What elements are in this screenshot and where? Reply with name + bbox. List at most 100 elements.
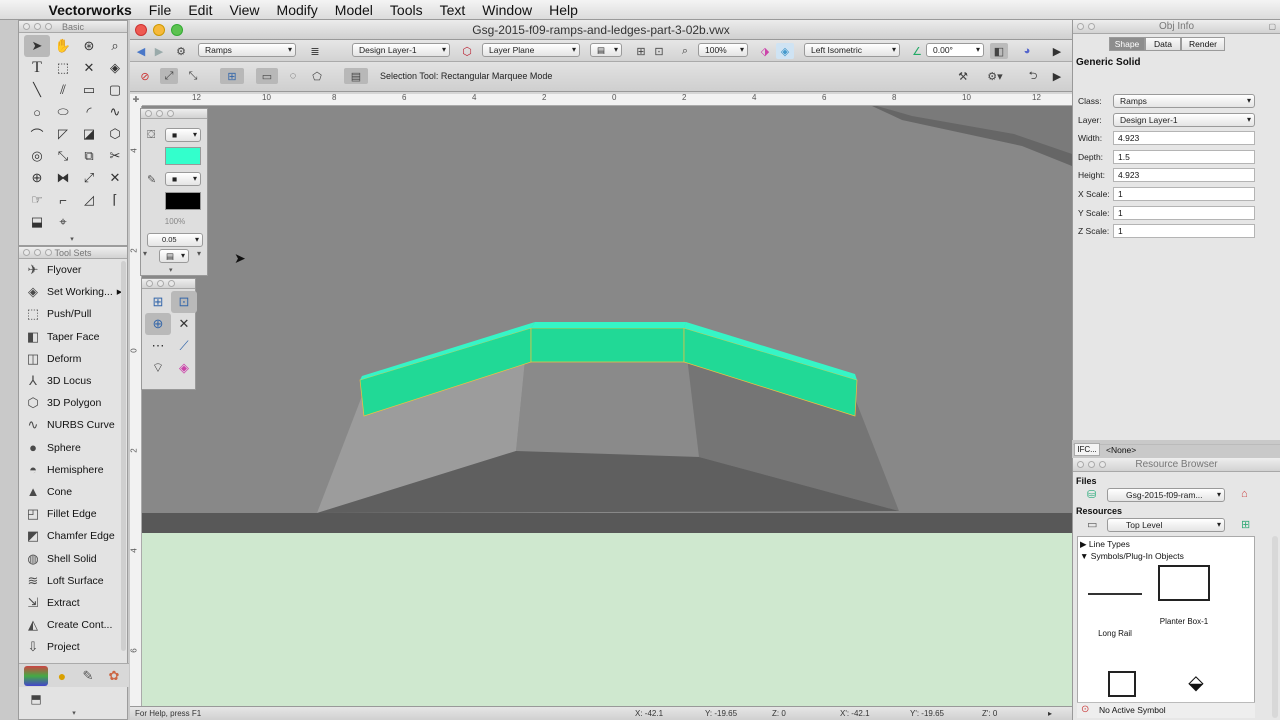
menu-model[interactable]: Model	[326, 0, 381, 20]
layer-options-icon[interactable]: ≣	[306, 43, 324, 59]
toolset-extra-icon[interactable]: ⬒	[25, 691, 47, 707]
mirror-tool-icon[interactable]: ⧓	[50, 167, 76, 189]
snap-point-icon[interactable]: ⌔	[145, 357, 171, 379]
double-polygon-tool-icon[interactable]: ◪	[76, 123, 102, 145]
resources-popup[interactable]: Top Level	[1107, 518, 1225, 532]
rotation-field[interactable]: 0.00°	[926, 43, 984, 57]
view-cube-icon[interactable]: ◈	[776, 43, 794, 59]
pen-color-swatch[interactable]	[165, 192, 201, 210]
view-popup[interactable]: Left Isometric	[804, 43, 900, 57]
home-icon[interactable]: ⌂	[1241, 488, 1248, 500]
snap-grid-icon[interactable]: ⊞	[145, 291, 171, 313]
close-icon[interactable]	[135, 24, 147, 36]
lasso-marquee-icon[interactable]: ◌	[284, 68, 302, 84]
toolsets-collapse-icon[interactable]: ▾	[67, 709, 81, 717]
rotation-angle-icon[interactable]: ∠	[908, 43, 926, 59]
zoom-icon[interactable]: ⌕	[676, 43, 694, 59]
zoom-window-icon[interactable]	[171, 24, 183, 36]
rounded-rect-tool-icon[interactable]: ▢	[102, 79, 128, 101]
tab-render[interactable]: Render	[1181, 37, 1225, 51]
menu-window[interactable]: Window	[474, 0, 541, 20]
polyline-tool-icon[interactable]: ⌒	[24, 123, 50, 145]
clip-tool-icon[interactable]: ⧉	[76, 145, 102, 167]
fill-style-popup[interactable]: ■	[165, 128, 201, 142]
file-popup[interactable]: Gsg-2015-f09-ram...	[1107, 488, 1225, 502]
line-weight-popup[interactable]: 0.05	[147, 233, 203, 247]
toolset-item[interactable]: ≋ Loft Surface	[19, 570, 123, 592]
pen-style-popup[interactable]: ■	[165, 172, 201, 186]
obj-info-field[interactable]: 1	[1113, 224, 1255, 239]
zoom-popup[interactable]: 100%	[698, 43, 748, 57]
toolset-item[interactable]: ◧ Taper Face	[19, 326, 123, 348]
arrowhead-start-icon[interactable]: ▾	[143, 249, 147, 258]
trim-tool-icon[interactable]: ✂	[102, 145, 128, 167]
tree-symbols[interactable]: ▼ Symbols/Plug-In Objects	[1080, 551, 1184, 561]
back-arrow-icon[interactable]: ◀	[132, 43, 150, 59]
menu-file[interactable]: File	[140, 0, 180, 20]
menu-app[interactable]: Vectorworks	[40, 0, 140, 20]
toolset-item[interactable]: ◈ Set Working... ▶	[19, 281, 123, 303]
toolset-item[interactable]: ∿ NURBS Curve	[19, 414, 123, 436]
tab-shape[interactable]: Shape	[1109, 37, 1145, 51]
line-marker-popup[interactable]: ▤	[159, 249, 189, 263]
class-popup[interactable]: Ramps	[198, 43, 296, 57]
toolset-item[interactable]: ◓ Hemisphere	[19, 459, 123, 481]
new-folder-icon[interactable]: ⊞	[1241, 518, 1250, 531]
obj-info-field[interactable]: 4.923	[1113, 168, 1255, 183]
tab-data[interactable]: Data	[1145, 37, 1181, 51]
connect-tool-icon[interactable]: ⌈	[102, 189, 128, 211]
menu-modify[interactable]: Modify	[268, 0, 326, 20]
ifc-button[interactable]: IFC...	[1074, 443, 1100, 456]
rectangular-marquee-icon[interactable]: ▭	[256, 68, 278, 84]
forward-arrow-icon[interactable]: ▶	[150, 43, 168, 59]
toolset-item[interactable]: ◩ Chamfer Edge	[19, 525, 123, 547]
obj-info-popup[interactable]: Design Layer-1	[1113, 112, 1255, 127]
toolset-item[interactable]: ● Sphere	[19, 437, 123, 459]
obj-info-field[interactable]: 1	[1113, 205, 1255, 220]
palette-collapse-icon[interactable]: ▾	[65, 235, 79, 243]
move-by-points-icon[interactable]: ⬓	[24, 211, 50, 233]
saved-views-popup[interactable]: ▤	[590, 43, 622, 57]
previous-view-icon[interactable]: ⊡	[650, 43, 668, 59]
single-object-icon[interactable]: ⤡	[184, 68, 202, 84]
double-line-tool-icon[interactable]: ⫽	[50, 79, 76, 101]
toolset-item[interactable]: ⇲ Extract	[19, 592, 123, 614]
flyover-tool-icon[interactable]: ⊛	[76, 35, 102, 57]
fillet-tool-icon[interactable]: ⌐	[50, 189, 76, 211]
chamfer-tool-icon[interactable]: ◿	[76, 189, 102, 211]
circle-tool-icon[interactable]: ○	[24, 101, 50, 123]
toolset-item[interactable]: ◭ Create Cont...	[19, 614, 123, 636]
obj-info-popup[interactable]: Ramps	[1113, 94, 1255, 108]
minimize-icon[interactable]	[153, 24, 165, 36]
fit-to-objects-icon[interactable]: ⊞	[632, 43, 650, 59]
mode-bar-more-icon[interactable]: ▶	[1048, 68, 1066, 84]
toolset-item[interactable]: ✈ Flyover	[19, 259, 123, 281]
freehand-tool-icon[interactable]: ∿	[102, 101, 128, 123]
polygon-marquee-icon[interactable]: ⬠	[308, 68, 326, 84]
snap-object-icon[interactable]: ⊡	[171, 291, 197, 313]
disable-interactive-icon[interactable]: ⊘	[136, 68, 154, 84]
attribute-mapping-icon[interactable]: ◈	[102, 57, 128, 79]
tree-line-types[interactable]: ▶ Line Types	[1080, 539, 1130, 550]
rotate-plan-icon[interactable]: ⬗	[756, 43, 774, 59]
drawing-viewport[interactable]	[142, 106, 1072, 706]
toolset-item[interactable]: ⅄ 3D Locus	[19, 370, 123, 392]
obj-info-field[interactable]: 4.923	[1113, 131, 1255, 146]
obj-info-field[interactable]: 1	[1113, 187, 1255, 201]
toolset-dims-icon[interactable]: ✎	[76, 666, 100, 686]
view-bar-more-icon[interactable]: ▶	[1048, 43, 1066, 59]
locus-tool-icon[interactable]: ⊕	[24, 167, 50, 189]
snap-distance-icon[interactable]: ⋯	[145, 335, 171, 357]
x-tool-icon[interactable]: ✕	[76, 57, 102, 79]
obj-info-field[interactable]: 1.5	[1113, 149, 1255, 164]
toolset-item[interactable]: ⇩ Project	[19, 636, 123, 658]
toolset-3d-modeling-icon[interactable]	[24, 665, 48, 686]
dimension-tool-icon[interactable]: ⌖	[50, 211, 76, 233]
polygon-tool-icon[interactable]: ◸	[50, 123, 76, 145]
toolset-item[interactable]: ◫ Deform	[19, 348, 123, 370]
arc-tool-icon[interactable]: ◜	[76, 101, 102, 123]
pre-select-icon[interactable]: ⤢	[160, 68, 178, 84]
selection-options-icon[interactable]: ▤	[344, 68, 368, 84]
attributes-collapse-icon[interactable]: ▾	[169, 266, 173, 274]
toolset-visualization-icon[interactable]: ●	[50, 666, 74, 686]
